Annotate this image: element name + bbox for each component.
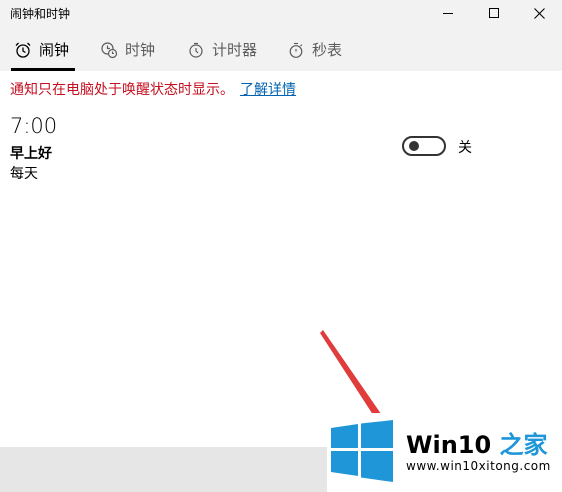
windows-logo-icon — [331, 420, 393, 482]
watermark-brand-suffix: 之家 — [499, 431, 548, 459]
watermark-brand: Win10 之家 — [406, 425, 548, 460]
watermark-url: www.win10xitong.com — [406, 459, 551, 473]
watermark-brand-main: Win10 — [406, 431, 492, 459]
watermark: Win10 之家 www.win10xitong.com — [327, 413, 562, 492]
